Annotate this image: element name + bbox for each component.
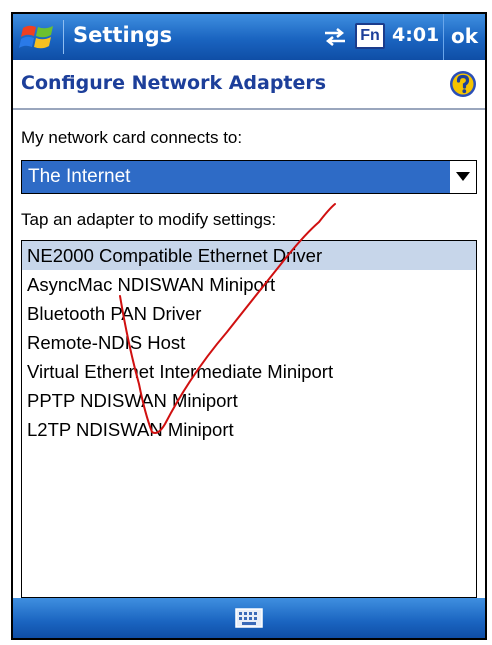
keyboard-icon[interactable]	[235, 608, 263, 628]
menu-bar	[13, 598, 485, 638]
clock[interactable]: 4:01	[392, 24, 439, 46]
adapter-list[interactable]: NE2000 Compatible Ethernet Driver AsyncM…	[21, 240, 477, 598]
ok-button[interactable]: ok	[443, 14, 485, 60]
list-item[interactable]: Bluetooth PAN Driver	[22, 299, 476, 328]
page-title: Configure Network Adapters	[21, 72, 327, 94]
chevron-down-icon	[456, 172, 470, 181]
windows-flag-icon	[19, 25, 53, 49]
page-header: Configure Network Adapters	[13, 60, 485, 108]
list-item[interactable]: Virtual Ethernet Intermediate Miniport	[22, 357, 476, 386]
network-card-dropdown[interactable]: The Internet	[21, 160, 477, 194]
list-item[interactable]: AsyncMac NDISWAN Miniport	[22, 270, 476, 299]
title-separator	[63, 20, 64, 54]
fn-key-indicator[interactable]: Fn	[355, 23, 385, 49]
header-divider	[13, 108, 485, 110]
title-bar: Settings Fn 4:01 ok	[13, 14, 485, 60]
list-item[interactable]: NE2000 Compatible Ethernet Driver	[22, 241, 476, 270]
connectivity-arrows-icon[interactable]	[321, 26, 349, 48]
list-item[interactable]: PPTP NDISWAN Miniport	[22, 386, 476, 415]
adapter-list-label: Tap an adapter to modify settings:	[21, 210, 277, 229]
list-item[interactable]: L2TP NDISWAN Miniport	[22, 415, 476, 444]
start-button[interactable]	[17, 18, 59, 56]
device-screen: Settings Fn 4:01 ok Configure Network Ad…	[11, 12, 487, 640]
network-card-label: My network card connects to:	[21, 128, 243, 147]
question-mark-icon[interactable]	[449, 70, 477, 98]
dropdown-selected-value: The Internet	[22, 161, 450, 193]
app-title: Settings	[73, 23, 173, 47]
list-item[interactable]: Remote-NDIS Host	[22, 328, 476, 357]
